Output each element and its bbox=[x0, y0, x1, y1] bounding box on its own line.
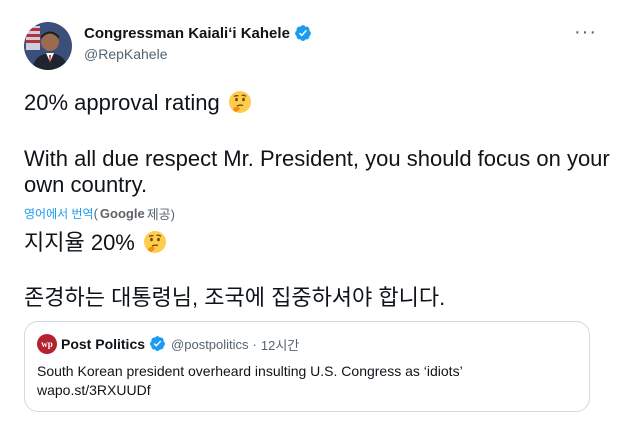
quoted-tweet-text: South Korean president overheard insulti… bbox=[37, 362, 577, 400]
verified-badge-icon bbox=[149, 335, 167, 353]
translated-text-line-1: 지지율 20% bbox=[24, 230, 167, 256]
translated-text-approval: 지지율 20% bbox=[24, 230, 135, 255]
quoted-tweet-link[interactable]: wapo.st/3RXUUDf bbox=[37, 381, 577, 400]
author-avatar[interactable] bbox=[24, 22, 72, 70]
quoted-tweet-headline: South Korean president overheard insulti… bbox=[37, 363, 463, 379]
author-handle[interactable]: @RepKahele bbox=[84, 46, 312, 62]
tweet-text-approval: 20% approval rating bbox=[24, 90, 220, 115]
translation-attribution: 영어에서 번역 ( Google 제공) bbox=[24, 204, 175, 223]
author-name[interactable]: Congressman Kaialiʻi Kahele bbox=[84, 25, 290, 42]
translation-paren-open: ( bbox=[93, 206, 98, 221]
tweet-text-line-1: 20% approval rating bbox=[24, 90, 252, 116]
quoted-author-handle[interactable]: @postpolitics bbox=[171, 337, 249, 352]
google-logo: Google bbox=[99, 206, 145, 221]
quoted-tweet-time[interactable]: 12시간 bbox=[261, 335, 299, 354]
quoted-tweet-header: wp Post Politics @postpolitics · 12시간 bbox=[37, 334, 299, 354]
author-info: Congressman Kaialiʻi Kahele @RepKahele bbox=[84, 24, 312, 62]
translation-provider-suffix: 제공) bbox=[146, 207, 175, 222]
thinking-face-icon bbox=[143, 230, 167, 254]
translated-text-line-2: 존경하는 대통령님, 조국에 집중하셔야 합니다. bbox=[24, 285, 446, 310]
verified-badge-icon bbox=[294, 24, 312, 42]
quoted-author-name[interactable]: Post Politics bbox=[61, 336, 145, 352]
tweet-card: Congressman Kaialiʻi Kahele @RepKahele ·… bbox=[0, 0, 627, 423]
washington-post-logo-icon: wp bbox=[37, 334, 57, 354]
translated-from-english-link[interactable]: 영어에서 번역 bbox=[24, 205, 94, 222]
separator-dot: · bbox=[252, 336, 257, 352]
tweet-text-line-2: With all due respect Mr. President, you … bbox=[24, 146, 616, 197]
thinking-face-icon bbox=[228, 90, 252, 114]
more-options-icon[interactable]: ··· bbox=[574, 22, 597, 42]
quoted-tweet[interactable]: wp Post Politics @postpolitics · 12시간 So… bbox=[24, 321, 590, 412]
